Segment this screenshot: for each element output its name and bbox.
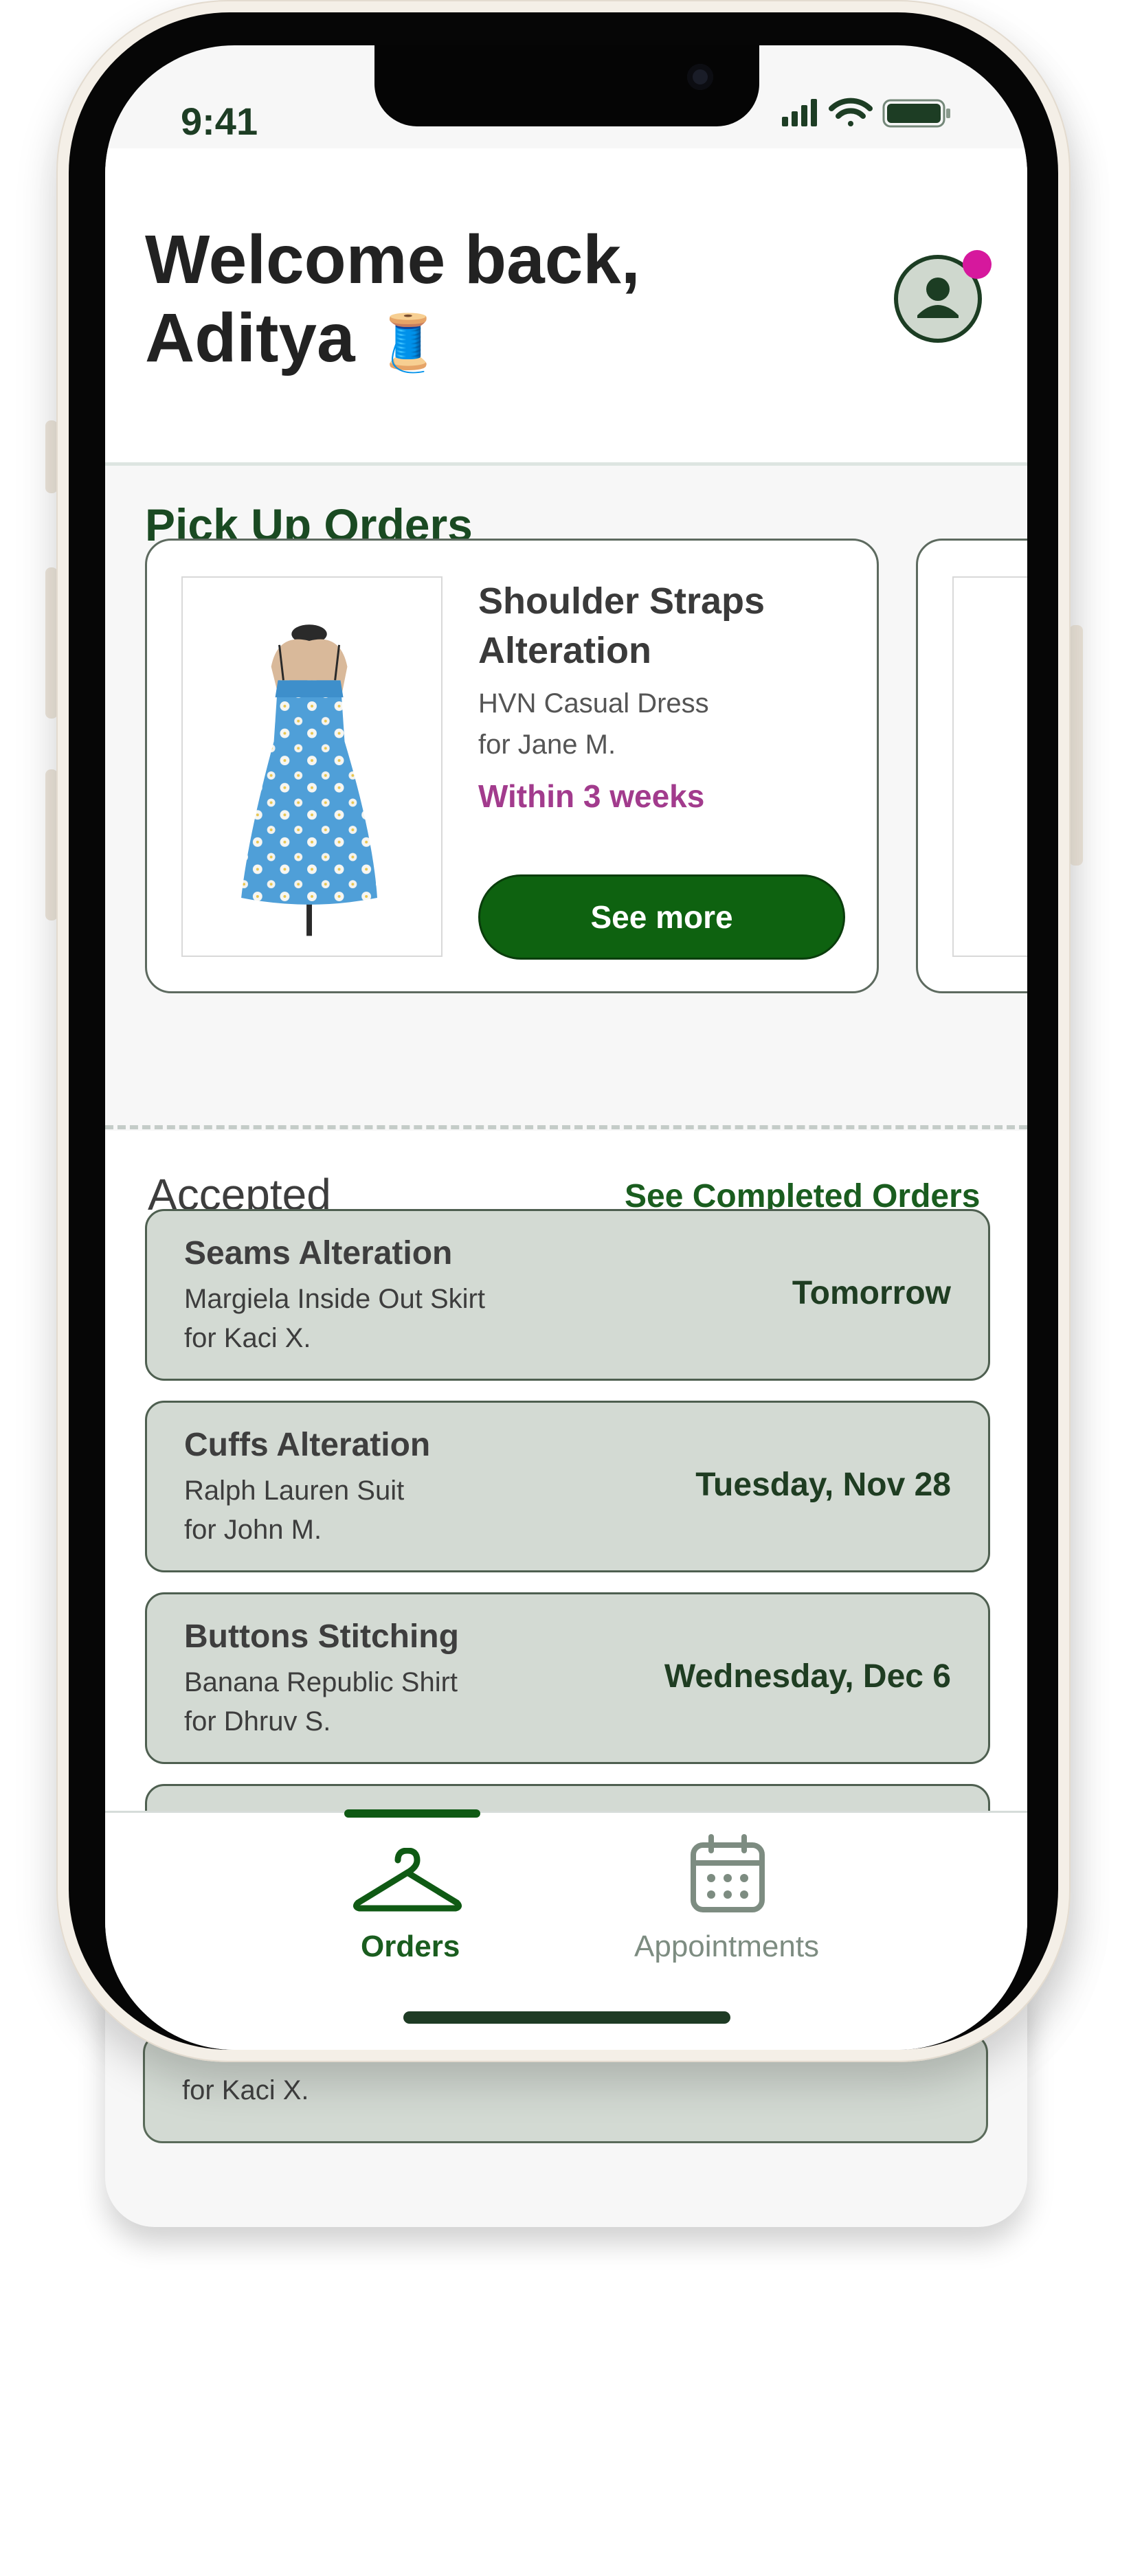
header-divider xyxy=(105,462,1027,466)
thread-spool-emoji: 🧵 xyxy=(374,312,443,373)
garment-image-next xyxy=(952,576,1027,957)
tab-appointments-label[interactable]: Appointments xyxy=(634,1930,819,1964)
order-title: Buttons Stitching xyxy=(184,1618,459,1655)
active-tab-indicator xyxy=(344,1809,480,1818)
status-icons xyxy=(782,98,950,128)
notification-badge xyxy=(963,250,992,279)
dress-image-partial xyxy=(954,578,1027,956)
home-indicator[interactable] xyxy=(403,2011,730,2024)
welcome-heading: Welcome back, Aditya 🧵 xyxy=(145,221,640,382)
pickup-order-title: Shoulder Straps Alteration xyxy=(478,580,765,671)
accepted-order-card[interactable]: Buttons Stitching Banana Republic Shirt … xyxy=(145,1592,990,1764)
power-button xyxy=(1069,625,1083,866)
cellular-signal-icon xyxy=(782,99,817,126)
order-garment: Banana Republic Shirt xyxy=(184,1667,458,1697)
app-screen: 9:41 Welcome back, Aditya 🧵 Pick Up Orde… xyxy=(105,45,1027,2050)
section-divider xyxy=(105,1125,1027,1129)
order-details: Margiela Inside Out Skirt for Kaci X. xyxy=(184,1280,485,1358)
order-customer: for John M. xyxy=(184,1515,322,1545)
pickup-order-customer: for Jane M. xyxy=(478,730,616,760)
order-garment: Ralph Lauren Suit xyxy=(184,1476,405,1506)
garment-image xyxy=(181,576,443,957)
hanger-icon[interactable] xyxy=(352,1848,462,1917)
order-details: Ralph Lauren Suit for John M. xyxy=(184,1471,404,1550)
dynamic-island xyxy=(374,45,759,126)
order-customer: for Kaci X. xyxy=(184,1323,311,1353)
see-more-button[interactable]: See more xyxy=(478,874,845,960)
battery-icon xyxy=(882,99,950,128)
order-date: Tuesday, Nov 28 xyxy=(695,1467,951,1503)
order-details: Banana Republic Shirt for Dhruv S. xyxy=(184,1663,458,1741)
pickup-order-card-next[interactable] xyxy=(916,539,1027,993)
pickup-order-details: HVN Casual Dress for Jane M. xyxy=(478,683,709,765)
user-first-name: Aditya xyxy=(145,300,355,376)
tab-orders-label[interactable]: Orders xyxy=(361,1930,460,1964)
welcome-line-2: Aditya 🧵 xyxy=(145,299,640,382)
wifi-icon xyxy=(829,98,873,126)
accepted-order-card[interactable]: Seams Alteration Margiela Inside Out Ski… xyxy=(145,1209,990,1381)
pickup-order-card[interactable]: Shoulder Straps Alteration HVN Casual Dr… xyxy=(145,539,879,993)
accepted-order-card[interactable]: Cuffs Alteration Ralph Lauren Suit for J… xyxy=(145,1401,990,1572)
pickup-order-garment: HVN Casual Dress xyxy=(478,688,709,719)
pickup-order-due: Within 3 weeks xyxy=(478,778,705,814)
order-title: Seams Alteration xyxy=(184,1235,453,1272)
overflow-order-customer: for Kaci X. xyxy=(182,2075,309,2105)
order-date: Wednesday, Dec 6 xyxy=(664,1658,951,1695)
order-garment: Margiela Inside Out Skirt xyxy=(184,1284,485,1314)
dress-image xyxy=(241,624,377,936)
front-camera xyxy=(687,64,713,90)
calendar-icon[interactable] xyxy=(689,1834,766,1914)
order-customer: for Dhruv S. xyxy=(184,1706,331,1737)
status-time: 9:41 xyxy=(181,100,258,143)
order-title: Cuffs Alteration xyxy=(184,1427,431,1463)
order-date: Tomorrow xyxy=(792,1275,951,1311)
welcome-line-1: Welcome back, xyxy=(145,221,640,298)
